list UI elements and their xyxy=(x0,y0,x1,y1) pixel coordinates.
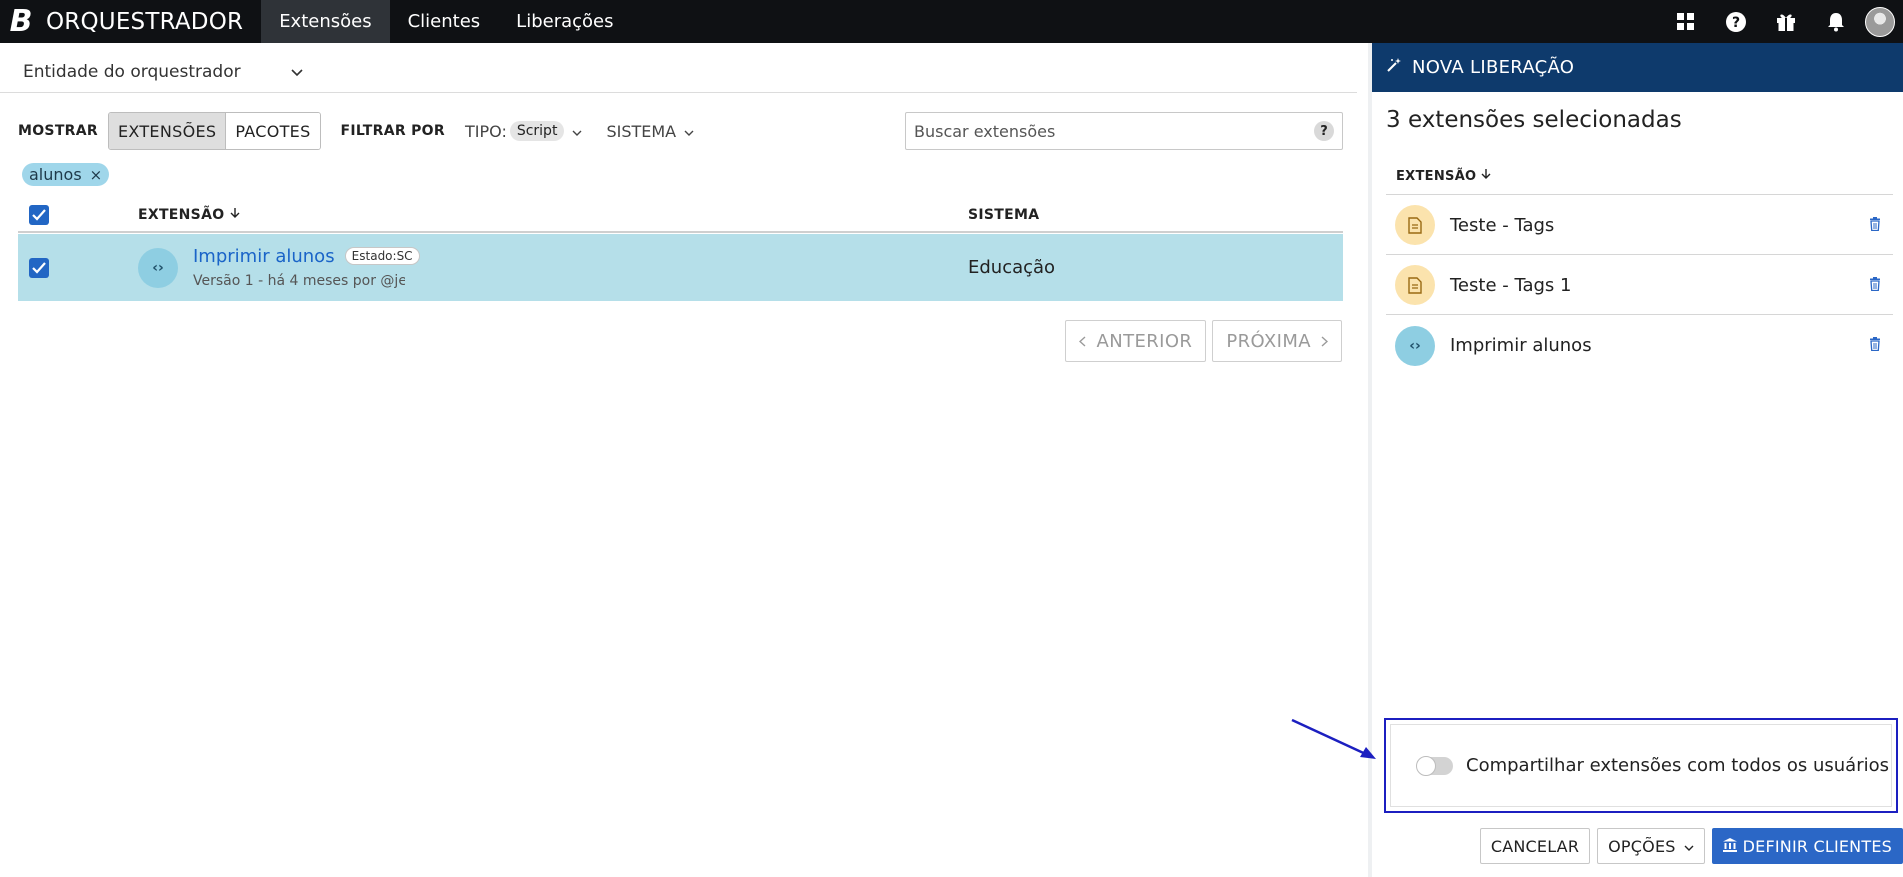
column-header-extensao[interactable]: EXTENSÃO xyxy=(138,207,240,223)
trash-icon[interactable] xyxy=(1869,276,1881,295)
next-page-button[interactable]: PRÓXIMA xyxy=(1212,320,1342,362)
chevron-down-icon xyxy=(291,62,303,82)
panel-header: NOVA LIBERAÇÃO xyxy=(1372,43,1903,92)
item-name: Teste - Tags 1 xyxy=(1450,274,1572,296)
entity-select-value: Entidade do orquestrador xyxy=(23,62,241,82)
arrow-down-icon xyxy=(230,207,240,223)
active-filter-tag: alunos × xyxy=(22,163,110,186)
view-segmented-control: EXTENSÕES PACOTES xyxy=(107,112,321,150)
trash-icon[interactable] xyxy=(1869,216,1881,235)
filter-bar: MOSTRAR EXTENSÕES PACOTES FILTRAR POR TI… xyxy=(18,112,1343,150)
bell-icon[interactable] xyxy=(1811,0,1861,43)
search-help-icon[interactable]: ? xyxy=(1314,121,1334,141)
item-name: Teste - Tags xyxy=(1450,214,1555,236)
sistema-filter[interactable]: SISTEMA xyxy=(606,122,694,141)
search-input[interactable]: Buscar extensões ? xyxy=(905,112,1343,150)
chevron-down-icon xyxy=(1684,837,1694,856)
panel-title: NOVA LIBERAÇÃO xyxy=(1412,57,1575,78)
item-name: Imprimir alunos xyxy=(1450,335,1592,356)
row-info: Imprimir alunos Estado:SC Versão 1 - há … xyxy=(193,246,420,289)
row-system: Educação xyxy=(968,257,1056,278)
top-navbar: B ORQUESTRADOR Extensões Clientes Libera… xyxy=(0,0,1903,43)
show-label: MOSTRAR xyxy=(18,123,98,139)
svg-text:?: ? xyxy=(1732,15,1740,31)
arrow-down-icon xyxy=(1481,168,1491,184)
checkbox-checked-icon xyxy=(29,257,49,278)
code-icon: ‹› xyxy=(1395,325,1435,366)
tipo-chip: Script xyxy=(509,121,565,141)
share-toggle[interactable] xyxy=(1416,755,1453,776)
chevron-down-icon xyxy=(684,122,694,141)
close-icon[interactable]: × xyxy=(90,166,103,184)
document-icon xyxy=(1395,205,1435,245)
document-icon xyxy=(1395,265,1435,305)
chevron-right-icon xyxy=(1321,331,1329,352)
selected-count: 3 extensões selecionadas xyxy=(1386,107,1682,133)
institution-icon xyxy=(1722,837,1737,856)
toggle-knob xyxy=(1416,755,1436,776)
user-avatar[interactable] xyxy=(1865,6,1895,37)
status-badge: Estado:SC xyxy=(344,247,420,265)
options-label: OPÇÕES xyxy=(1608,836,1676,856)
magic-wand-icon xyxy=(1386,57,1402,78)
chevron-left-icon xyxy=(1079,331,1086,352)
new-release-panel: NOVA LIBERAÇÃO 3 extensões selecionadas … xyxy=(1372,43,1903,877)
list-item: ‹› Imprimir alunos xyxy=(1386,316,1893,375)
sistema-label: SISTEMA xyxy=(606,121,677,141)
row-subtitle: Versão 1 - há 4 meses por @jeielb xyxy=(193,273,405,289)
nav-tab-liberacoes[interactable]: Liberações xyxy=(498,0,631,43)
tipo-label: TIPO: xyxy=(464,121,507,141)
checkbox-checked-icon xyxy=(29,205,49,225)
annotation-arrow-icon xyxy=(1291,718,1376,759)
search-placeholder: Buscar extensões xyxy=(914,121,1056,141)
define-clients-label: DEFINIR CLIENTES xyxy=(1742,836,1892,856)
cancel-button[interactable]: CANCELAR xyxy=(1479,828,1591,864)
options-button[interactable]: OPÇÕES xyxy=(1597,828,1705,864)
define-clients-button[interactable]: DEFINIR CLIENTES xyxy=(1711,828,1903,864)
list-item: Teste - Tags 1 xyxy=(1386,256,1893,315)
list-item: Teste - Tags xyxy=(1386,196,1893,255)
table-header: EXTENSÃO SISTEMA xyxy=(18,199,1343,233)
panel-column-label: EXTENSÃO xyxy=(1396,168,1477,184)
column-header-label: EXTENSÃO xyxy=(138,207,225,223)
table-row[interactable]: ‹› Imprimir alunos Estado:SC Versão 1 - … xyxy=(18,234,1343,301)
prev-label: ANTERIOR xyxy=(1096,330,1193,352)
pagination: ANTERIOR PRÓXIMA xyxy=(1065,320,1342,362)
row-checkbox[interactable] xyxy=(29,257,49,278)
apps-grid-icon[interactable] xyxy=(1661,0,1711,43)
column-header-sistema[interactable]: SISTEMA xyxy=(968,207,1039,223)
share-label: Compartilhar extensões com todos os usuá… xyxy=(1466,755,1890,776)
prev-page-button[interactable]: ANTERIOR xyxy=(1065,320,1207,362)
tipo-filter[interactable]: TIPO: Script xyxy=(465,121,582,141)
select-all-checkbox[interactable] xyxy=(29,205,49,225)
extension-link[interactable]: Imprimir alunos xyxy=(193,246,335,267)
tag-label: alunos xyxy=(29,165,82,184)
extensions-pane: Entidade do orquestrador MOSTRAR EXTENSÕ… xyxy=(0,43,1372,877)
app-title: ORQUESTRADOR xyxy=(46,8,244,35)
trash-icon[interactable] xyxy=(1869,336,1881,355)
help-icon[interactable]: ? xyxy=(1711,0,1761,43)
gift-icon[interactable] xyxy=(1761,0,1811,43)
panel-footer: CANCELAR OPÇÕES DEFINIR CLIENTES xyxy=(1479,828,1903,864)
divider xyxy=(0,92,1357,93)
entity-select[interactable]: Entidade do orquestrador xyxy=(23,57,303,87)
panel-column-header[interactable]: EXTENSÃO xyxy=(1386,158,1893,195)
next-label: PRÓXIMA xyxy=(1226,330,1311,352)
code-icon: ‹› xyxy=(138,247,178,288)
nav-tab-clientes[interactable]: Clientes xyxy=(390,0,499,43)
segment-pacotes[interactable]: PACOTES xyxy=(226,113,320,149)
share-highlight-box: Compartilhar extensões com todos os usuá… xyxy=(1384,718,1898,813)
share-row: Compartilhar extensões com todos os usuá… xyxy=(1390,724,1892,807)
filter-by-label: FILTRAR POR xyxy=(340,123,445,139)
segment-extensoes[interactable]: EXTENSÕES xyxy=(108,113,227,149)
chevron-down-icon xyxy=(572,122,582,141)
nav-tab-extensoes[interactable]: Extensões xyxy=(261,0,390,43)
top-icons-group: ? xyxy=(1661,0,1895,43)
app-logo[interactable]: B xyxy=(4,0,38,43)
